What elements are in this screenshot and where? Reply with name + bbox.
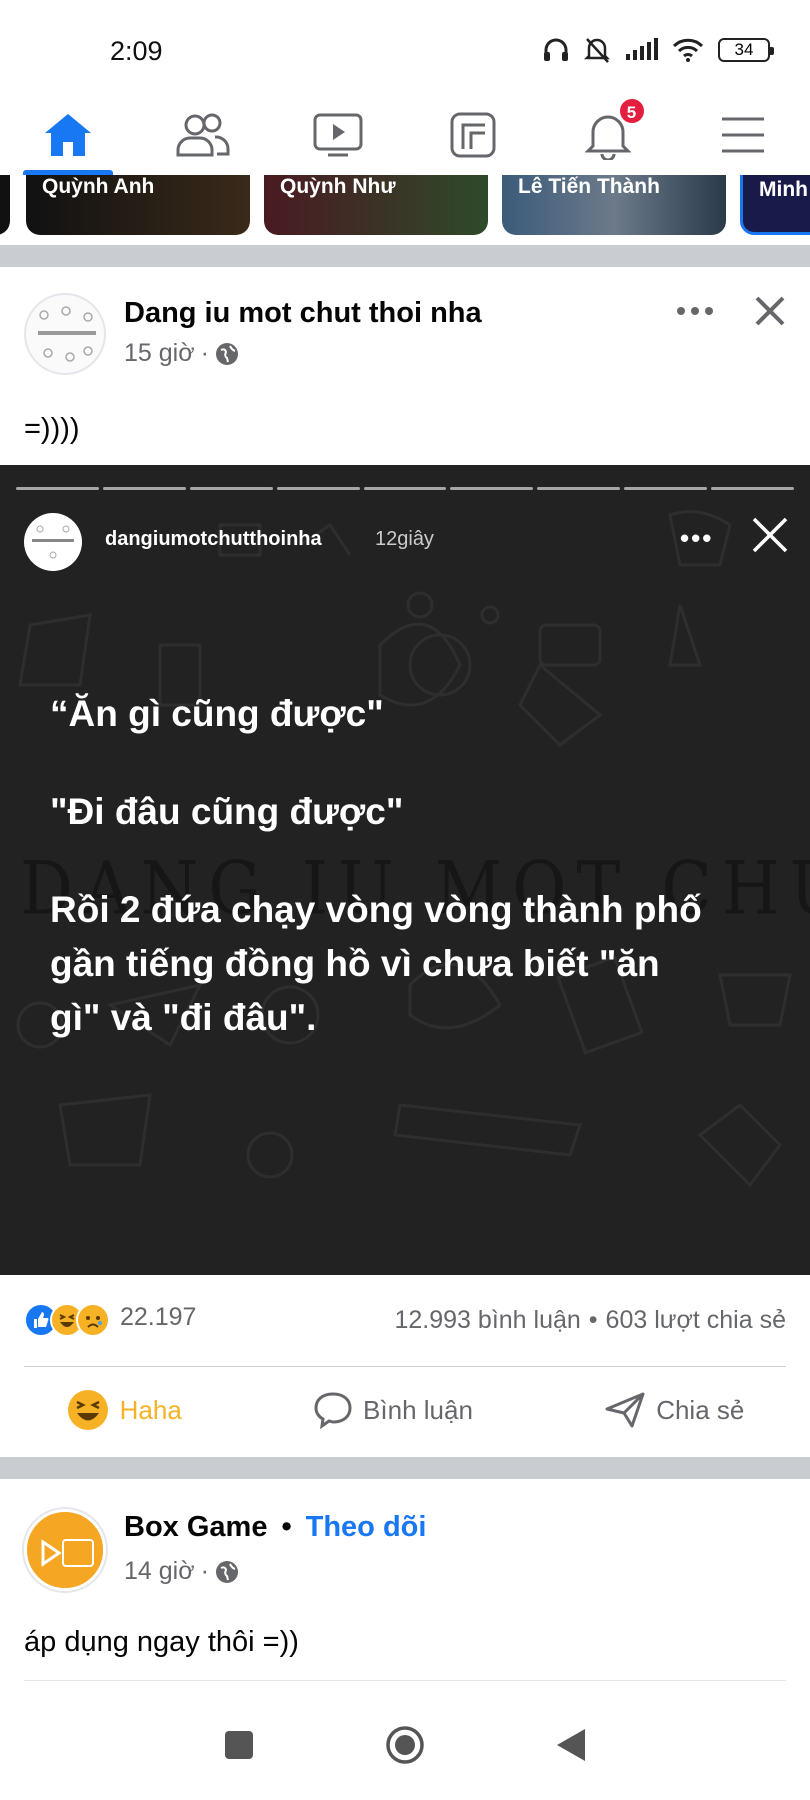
stats-dot: •	[588, 1305, 598, 1334]
menu-icon	[721, 117, 764, 153]
story-name: Lê Tiến Thành	[518, 175, 660, 198]
comment-icon	[314, 1392, 352, 1429]
story-card[interactable]: Quỳnh Như	[264, 175, 488, 235]
nav-menu[interactable]	[693, 95, 793, 175]
share-count[interactable]: 603 lượt chia sẻ	[606, 1306, 786, 1335]
box-game-logo	[30, 1515, 103, 1588]
post-action-bar: Haha Bình luận Chia sẻ	[0, 1370, 810, 1450]
feed-divider	[0, 245, 810, 267]
story-name: Minh	[759, 178, 808, 201]
haha-icon	[67, 1390, 108, 1430]
post-time[interactable]: 15 giờ	[124, 339, 195, 368]
comment-count[interactable]: 12.993 bình luận	[395, 1306, 581, 1335]
story-time: 12giây	[375, 528, 434, 550]
follow-button[interactable]: Theo dõi	[306, 1511, 427, 1544]
feed-divider	[0, 1457, 810, 1479]
notification-badge: 5	[617, 97, 646, 125]
home-circle-icon[interactable]	[385, 1725, 425, 1765]
engagement-stats: 12.993 bình luận • 603 lượt chia sẻ	[395, 1306, 787, 1335]
story-name: Quỳnh Anh	[42, 175, 155, 198]
sad-reaction-icon	[76, 1303, 110, 1337]
story-progress	[16, 487, 795, 490]
bell-mute-icon	[584, 38, 610, 63]
battery-icon: 34	[718, 38, 774, 62]
avatar-doodle-icon	[38, 306, 96, 362]
status-icons: 34	[542, 36, 774, 64]
feeds-icon	[450, 112, 495, 158]
nav-friends[interactable]	[153, 95, 253, 175]
post-time[interactable]: 14 giờ	[124, 1557, 195, 1586]
react-label: Haha	[119, 1394, 182, 1425]
signal-icon	[626, 38, 658, 60]
story-line: Rồi 2 đứa chạy vòng vòng thành phố	[50, 889, 702, 930]
story-more-icon: •••	[680, 523, 714, 553]
globe-icon	[215, 1560, 238, 1583]
share-button[interactable]: Chia sẻ	[604, 1391, 744, 1429]
story-line: gì" và "đi đâu".	[50, 997, 317, 1038]
page-avatar[interactable]	[24, 1509, 106, 1591]
post-author[interactable]: Box Game	[124, 1511, 267, 1544]
share-label: Chia sẻ	[656, 1394, 745, 1425]
close-icon[interactable]	[754, 295, 786, 327]
status-time: 2:09	[110, 36, 163, 66]
meta-separator: ·	[200, 1557, 209, 1585]
comment-button[interactable]: Bình luận	[313, 1391, 473, 1429]
story-line: gần tiếng đồng hồ vì chưa biết "ăn	[50, 943, 660, 984]
page-avatar[interactable]	[24, 293, 106, 375]
post-author[interactable]: Dang iu mot chut thoi nha	[124, 297, 482, 330]
status-bar: 2:09 34	[0, 0, 810, 95]
story-name: Quỳnh Như	[280, 175, 396, 198]
story-line: "Đi đâu cũng được"	[50, 791, 404, 832]
back-icon[interactable]	[555, 1727, 587, 1763]
reaction-count: 22.197	[120, 1303, 197, 1331]
story-card[interactable]	[0, 175, 10, 235]
post-meta: 15 giờ ·	[124, 339, 239, 368]
post-text: =))))	[24, 413, 80, 445]
headphones-icon	[544, 38, 568, 61]
react-button[interactable]: Haha	[66, 1388, 182, 1432]
post-text: áp dụng ngay thôi =))	[24, 1626, 299, 1658]
home-icon	[44, 114, 91, 156]
post-meta: 14 giờ ·	[124, 1557, 239, 1586]
reaction-icons[interactable]: 22.197	[24, 1303, 196, 1337]
stories-strip: Quỳnh Anh Quỳnh Như Lê Tiến Thành Minh	[0, 175, 810, 237]
meta-separator: ·	[200, 339, 209, 367]
story-line: “Ăn gì cũng được"	[50, 693, 384, 734]
nav-watch[interactable]	[288, 95, 388, 175]
bottom-divider	[24, 1680, 786, 1681]
story-card[interactable]: Lê Tiến Thành	[502, 175, 726, 235]
post-author-row: Box Game • Theo dõi	[124, 1511, 426, 1544]
reaction-summary: 22.197 12.993 bình luận • 603 lượt chia …	[24, 1300, 786, 1340]
wifi-icon	[672, 38, 704, 62]
friends-icon	[176, 113, 230, 157]
story-close-icon	[752, 517, 788, 553]
comment-label: Bình luận	[363, 1394, 473, 1425]
globe-icon	[215, 342, 238, 365]
author-dot: •	[281, 1511, 292, 1543]
recents-icon[interactable]	[223, 1729, 255, 1761]
system-nav-bar	[0, 1690, 810, 1800]
story-card[interactable]: Quỳnh Anh	[26, 175, 250, 235]
share-icon	[605, 1392, 645, 1428]
nav-home[interactable]	[18, 95, 118, 175]
story-username: dangiumotchutthoinha	[105, 528, 322, 550]
nav-feeds[interactable]	[423, 95, 523, 175]
more-options-icon[interactable]	[676, 306, 714, 316]
story-avatar	[24, 513, 82, 571]
post-top-actions	[676, 295, 786, 327]
post-image[interactable]: DANG IU MOT CHUT THOI NHA dangiumotchutt…	[0, 465, 810, 1275]
nav-notifications[interactable]: 5	[558, 95, 658, 175]
story-card[interactable]: Minh	[740, 175, 810, 235]
top-nav: 5	[0, 95, 810, 175]
watch-icon	[313, 113, 362, 157]
reaction-divider	[24, 1366, 786, 1367]
avatar-doodle-icon	[32, 525, 74, 559]
